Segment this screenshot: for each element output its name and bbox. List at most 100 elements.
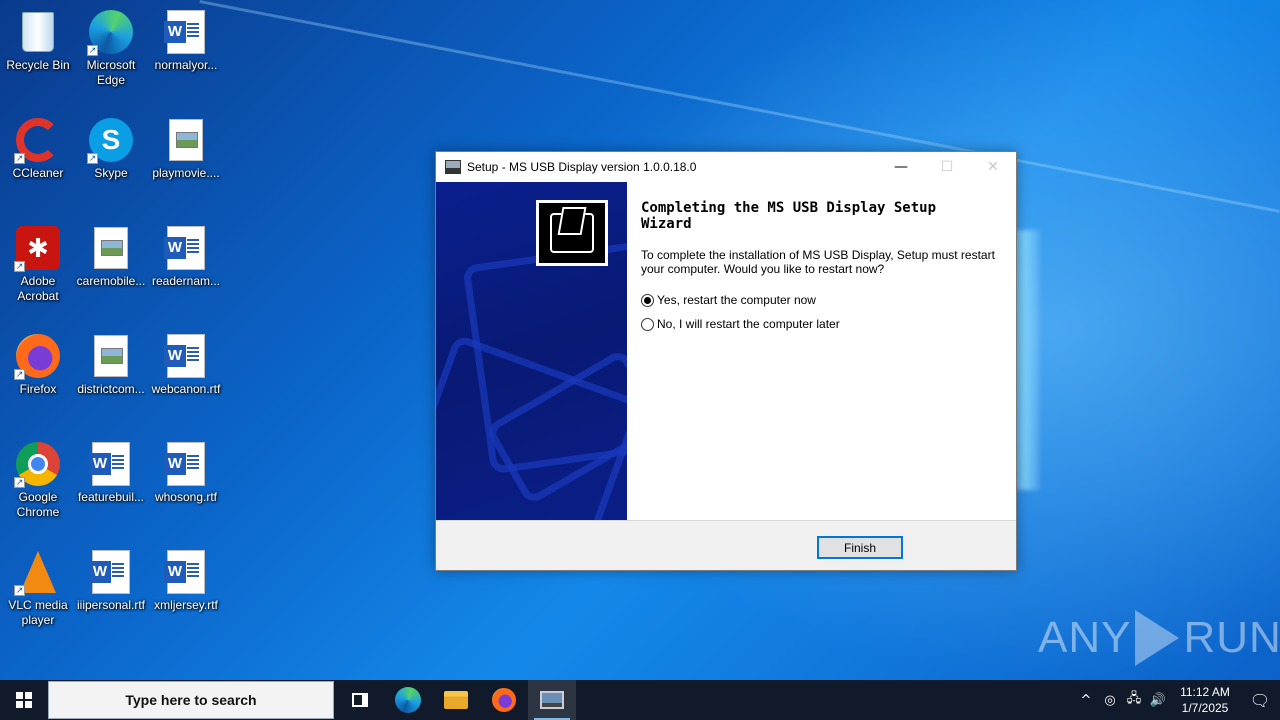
image-file-icon: [87, 332, 135, 380]
desktop-icon-caremobile[interactable]: caremobile...: [73, 224, 149, 289]
restart-now-label[interactable]: Yes, restart the computer now: [657, 293, 816, 307]
maximize-button: ☐: [940, 159, 954, 175]
word-doc-icon: W: [162, 224, 210, 272]
desktop-icon-featurebuil[interactable]: W featurebuil...: [73, 440, 149, 505]
desktop-icon-playmovie[interactable]: playmovie....: [148, 116, 224, 181]
vlc-icon: ↗: [14, 548, 62, 596]
clock-time: 11:12 AM: [1180, 685, 1230, 699]
close-button[interactable]: ✕: [970, 152, 1016, 182]
desktop-icon-webcanon[interactable]: W webcanon.rtf: [148, 332, 224, 397]
desktop-icon-label: xmljersey.rtf: [154, 598, 218, 612]
desktop-icon-label: featurebuil...: [77, 490, 145, 504]
desktop-icon-districtcom[interactable]: districtcom...: [73, 332, 149, 397]
finish-button[interactable]: Finish: [817, 536, 903, 559]
taskbar-setup[interactable]: [528, 680, 576, 720]
wizard-heading-line2: Wizard: [641, 216, 692, 232]
windows-logo-icon: [16, 692, 32, 708]
desktop-icon-normalyor[interactable]: W normalyor...: [148, 8, 224, 73]
desktop-icon-xmljersey[interactable]: W xmljersey.rtf: [148, 548, 224, 613]
wizard-content: Completing the MS USB Display Setup Wiza…: [641, 200, 1001, 331]
desktop: Recycle Bin ↗ CCleaner ✱ ↗ Adobe Acrobat…: [0, 0, 1280, 680]
skype-icon: S ↗: [87, 116, 135, 164]
edge-icon: ↗: [87, 8, 135, 56]
taskbar-search-box[interactable]: Type here to search: [48, 681, 334, 719]
dialog-footer: Finish: [436, 520, 1016, 570]
taskbar-firefox[interactable]: [480, 680, 528, 720]
clock-date: 1/7/2025: [1181, 701, 1229, 715]
chrome-icon: ↗: [14, 440, 62, 488]
desktop-icon-label: normalyor...: [154, 58, 218, 72]
anyrun-watermark: ANY RUN: [1038, 610, 1280, 666]
watermark-left: ANY: [1038, 613, 1132, 662]
usb-display-logo-icon: [536, 200, 608, 266]
restart-later-radio[interactable]: [641, 317, 654, 331]
word-doc-icon: W: [162, 332, 210, 380]
desktop-icon-label: Adobe Acrobat: [17, 274, 59, 303]
minimize-button[interactable]: —: [878, 152, 924, 182]
recycle-bin-icon: [14, 8, 62, 56]
system-tray: ^ ◎ 🖧 🔊 11:12 AM 1/7/2025 🗨: [1074, 680, 1280, 720]
start-button[interactable]: [0, 680, 48, 720]
desktop-icon-ccleaner[interactable]: ↗ CCleaner: [0, 116, 76, 181]
word-doc-icon: W: [162, 548, 210, 596]
setup-app-icon: [540, 691, 564, 709]
task-view-button[interactable]: [336, 680, 384, 720]
wizard-heading: Completing the MS USB Display Setup Wiza…: [641, 200, 1001, 232]
desktop-icon-label: playmovie....: [152, 166, 220, 180]
restart-now-option[interactable]: Yes, restart the computer now: [641, 293, 1001, 307]
volume-icon[interactable]: 🔊: [1146, 693, 1170, 708]
watermark-right: RUN: [1183, 613, 1280, 662]
acrobat-icon: ✱ ↗: [14, 224, 62, 272]
desktop-icon-label: whosong.rtf: [154, 490, 218, 504]
desktop-icon-label: readernam...: [151, 274, 221, 288]
desktop-icon-firefox[interactable]: ↗ Firefox: [0, 332, 76, 397]
image-file-icon: [87, 224, 135, 272]
word-doc-icon: W: [162, 440, 210, 488]
desktop-icon-label: Recycle Bin: [6, 58, 70, 72]
desktop-icon-label: Google Chrome: [16, 490, 60, 519]
desktop-icon-readernam[interactable]: W readernam...: [148, 224, 224, 289]
desktop-icon-recycle-bin[interactable]: Recycle Bin: [0, 8, 76, 73]
desktop-icon-label: webcanon.rtf: [151, 382, 221, 396]
word-doc-icon: W: [87, 548, 135, 596]
chevron-up-icon[interactable]: ^: [1074, 693, 1098, 708]
desktop-icon-label: iiipersonal.rtf: [76, 598, 146, 612]
play-icon: [1135, 610, 1180, 666]
wizard-side-banner: [436, 182, 627, 520]
desktop-icon-google-chrome[interactable]: ↗ Google Chrome: [0, 440, 76, 520]
network-icon[interactable]: 🖧: [1122, 689, 1146, 711]
firefox-icon: ↗: [14, 332, 62, 380]
taskbar-clock[interactable]: 11:12 AM 1/7/2025: [1170, 684, 1240, 716]
restart-now-radio[interactable]: [641, 293, 654, 307]
edge-icon: [395, 687, 421, 713]
desktop-icon-vlc[interactable]: ↗ VLC media player: [0, 548, 76, 628]
desktop-icon-label: Firefox: [19, 382, 57, 396]
desktop-icon-microsoft-edge[interactable]: ↗ Microsoft Edge: [73, 8, 149, 88]
dialog-titlebar[interactable]: Setup - MS USB Display version 1.0.0.18.…: [436, 152, 1016, 182]
notification-center-icon[interactable]: 🗨: [1240, 691, 1280, 710]
word-doc-icon: W: [87, 440, 135, 488]
dialog-title: Setup - MS USB Display version 1.0.0.18.…: [467, 160, 697, 174]
desktop-icon-label: Skype: [94, 166, 128, 180]
setup-app-icon: [445, 160, 461, 174]
task-view-icon: [352, 693, 368, 707]
desktop-icon-label: Microsoft Edge: [86, 58, 136, 87]
desktop-icon-adobe-acrobat[interactable]: ✱ ↗ Adobe Acrobat: [0, 224, 76, 304]
wizard-heading-line1: Completing the MS USB Display Setup: [641, 200, 937, 216]
desktop-icon-whosong[interactable]: W whosong.rtf: [148, 440, 224, 505]
word-doc-icon: W: [162, 8, 210, 56]
wizard-body-text: To complete the installation of MS USB D…: [641, 248, 995, 276]
desktop-icon-iiipersonal[interactable]: W iiipersonal.rtf: [73, 548, 149, 613]
ccleaner-icon: ↗: [14, 116, 62, 164]
restart-later-label[interactable]: No, I will restart the computer later: [657, 317, 840, 331]
desktop-icon-skype[interactable]: S ↗ Skype: [73, 116, 149, 181]
taskbar-edge[interactable]: [384, 680, 432, 720]
firefox-icon: [492, 688, 516, 712]
restart-later-option[interactable]: No, I will restart the computer later: [641, 317, 1001, 331]
image-file-icon: [162, 116, 210, 164]
meet-now-icon[interactable]: ◎: [1098, 693, 1122, 708]
desktop-icon-label: VLC media player: [8, 598, 68, 627]
desktop-icon-label: caremobile...: [76, 274, 146, 288]
file-explorer-icon: [444, 691, 468, 709]
taskbar-file-explorer[interactable]: [432, 680, 480, 720]
